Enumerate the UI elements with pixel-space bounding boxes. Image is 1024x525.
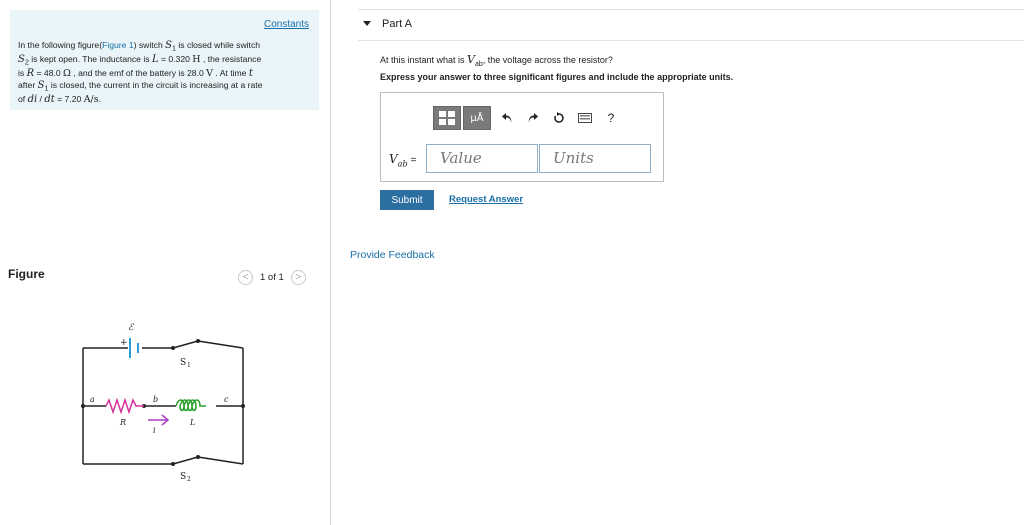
- question-text: At this instant what is Vab, the voltage…: [380, 53, 613, 68]
- answer-box: μÅ ? Vab = Value Units: [380, 92, 664, 182]
- answer-label: Vab =: [389, 152, 417, 169]
- value-input[interactable]: Value: [426, 144, 538, 173]
- resistor-symbol: [105, 397, 144, 415]
- templates-icon: [439, 111, 455, 125]
- math-toolbar: μÅ ?: [433, 106, 621, 130]
- emf-label: ℰ: [128, 323, 135, 333]
- right-panel: Part A At this instant what is Vab, the …: [331, 0, 1024, 525]
- constants-link[interactable]: Constants: [264, 19, 309, 30]
- templates-button[interactable]: [433, 106, 461, 130]
- svg-text:2: 2: [187, 476, 191, 483]
- units-symbol-button[interactable]: μÅ: [463, 106, 491, 130]
- svg-text:1: 1: [187, 362, 191, 369]
- keyboard-icon[interactable]: [575, 113, 595, 123]
- instruction-text: Express your answer to three significant…: [380, 72, 734, 82]
- circuit-diagram: ℰ + S 1 S 2 a b c R L i: [81, 323, 245, 483]
- s1-label: S: [180, 358, 186, 368]
- figure-heading: Figure: [8, 267, 45, 281]
- figure-page-indicator: 1 of 1: [260, 271, 284, 283]
- inductor-label: L: [189, 418, 195, 427]
- plus-sign: +: [120, 338, 128, 348]
- left-panel: Constants In the following figure(Figure…: [0, 0, 331, 525]
- node-a-label: a: [90, 395, 95, 404]
- reset-icon[interactable]: [549, 112, 569, 124]
- units-input[interactable]: Units: [539, 144, 651, 173]
- s2-label: S: [180, 472, 186, 482]
- request-answer-link[interactable]: Request Answer: [449, 194, 523, 205]
- problem-text: In the following figure(Figure 1) switch…: [18, 40, 263, 106]
- redo-icon[interactable]: [523, 112, 543, 124]
- problem-statement-box: Constants In the following figure(Figure…: [10, 10, 319, 110]
- figure-link[interactable]: Figure 1: [102, 40, 134, 50]
- prev-figure-button[interactable]: <: [238, 269, 253, 285]
- part-title: Part A: [382, 18, 412, 30]
- battery-symbol: [129, 338, 139, 358]
- resistor-label: R: [119, 418, 126, 427]
- current-label: i: [153, 426, 156, 435]
- node-c-label: c: [224, 395, 229, 404]
- part-a-header[interactable]: Part A: [358, 9, 1024, 41]
- provide-feedback-link[interactable]: Provide Feedback: [350, 249, 435, 261]
- submit-button[interactable]: Submit: [380, 190, 434, 210]
- inductor-symbol: [175, 399, 206, 412]
- undo-icon[interactable]: [497, 112, 517, 124]
- collapse-triangle-icon[interactable]: [363, 21, 371, 26]
- next-figure-button[interactable]: >: [290, 269, 306, 285]
- node-b-label: b: [153, 395, 158, 404]
- current-arrow: [148, 414, 170, 426]
- figure-pager: < 1 of 1 >: [238, 268, 306, 286]
- help-icon[interactable]: ?: [601, 111, 621, 125]
